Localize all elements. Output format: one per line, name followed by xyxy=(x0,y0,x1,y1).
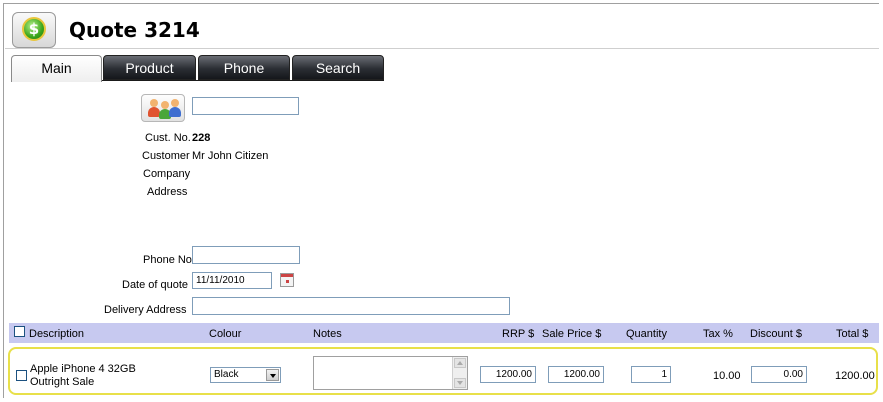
tab-search[interactable]: Search xyxy=(292,55,384,80)
colour-select-value: Black xyxy=(214,369,239,380)
customer-search-input[interactable] xyxy=(192,97,299,115)
person-icon xyxy=(169,99,181,117)
header-divider xyxy=(5,48,879,49)
tax-value: 10.00 xyxy=(713,370,741,382)
delivery-address-label: Delivery Address xyxy=(104,304,187,316)
calendar-icon[interactable] xyxy=(280,273,294,287)
tab-main[interactable]: Main xyxy=(11,55,102,82)
description-line: Outright Sale xyxy=(30,376,95,388)
page-title: Quote 3214 xyxy=(69,18,200,42)
customer-label: Customer xyxy=(142,150,190,162)
dollar-coin-icon: $ xyxy=(22,17,46,41)
colour-select[interactable]: Black xyxy=(210,367,281,383)
row-description: Apple iPhone 4 32GB Outright Sale xyxy=(30,363,136,389)
delivery-address-input[interactable] xyxy=(192,297,510,315)
chevron-down-icon[interactable] xyxy=(266,369,279,381)
date-label: Date of quote xyxy=(122,279,189,291)
notes-textarea[interactable] xyxy=(313,356,468,390)
scroll-down-icon[interactable] xyxy=(454,378,466,388)
phone-input[interactable] xyxy=(192,246,300,264)
sale-price-input[interactable] xyxy=(548,366,604,383)
customer-value: Mr John Citizen xyxy=(192,150,269,162)
col-sale-price[interactable]: Sale Price $ xyxy=(542,328,601,340)
col-description[interactable]: Description xyxy=(29,328,84,340)
address-label: Address xyxy=(147,186,188,198)
description-line: Apple iPhone 4 32GB xyxy=(30,363,136,375)
discount-input[interactable] xyxy=(751,366,807,383)
cust-no-value: 228 xyxy=(192,132,211,144)
tab-baseline xyxy=(102,80,384,81)
rrp-input[interactable] xyxy=(480,366,536,383)
col-rrp[interactable]: RRP $ xyxy=(502,328,534,340)
col-total[interactable]: Total $ xyxy=(836,328,868,340)
tab-product[interactable]: Product xyxy=(103,55,196,80)
scroll-up-icon[interactable] xyxy=(454,358,466,368)
col-tax[interactable]: Tax % xyxy=(703,328,733,340)
customer-lookup-button[interactable] xyxy=(141,94,185,122)
tab-phone[interactable]: Phone xyxy=(198,55,290,80)
select-all-checkbox[interactable] xyxy=(14,326,25,337)
date-input[interactable] xyxy=(192,272,272,289)
quote-logo-button[interactable]: $ xyxy=(12,12,56,48)
notes-scrollbar[interactable] xyxy=(452,357,467,389)
col-colour[interactable]: Colour xyxy=(209,328,241,340)
col-quantity[interactable]: Quantity xyxy=(626,328,667,340)
total-value: 1200.00 xyxy=(835,370,875,382)
company-label: Company xyxy=(143,168,191,180)
col-discount[interactable]: Discount $ xyxy=(750,328,802,340)
table-header: Description Colour Notes RRP $ Sale Pric… xyxy=(9,323,879,343)
col-notes[interactable]: Notes xyxy=(313,328,342,340)
cust-no-label: Cust. No. xyxy=(145,132,191,144)
row-checkbox[interactable] xyxy=(16,370,27,381)
quantity-input[interactable] xyxy=(631,366,671,383)
phone-label: Phone No xyxy=(143,254,192,266)
